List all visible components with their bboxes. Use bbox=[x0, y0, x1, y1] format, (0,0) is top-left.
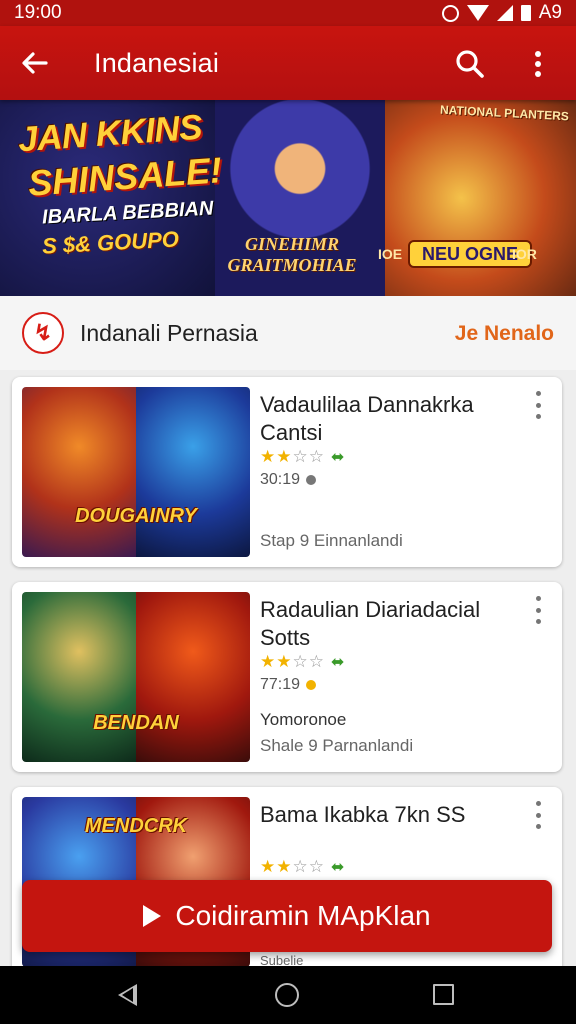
game-card[interactable]: DOUGAINRY Vadaulilaa Dannakrka Cantsi ★★… bbox=[12, 377, 562, 567]
signal-icon bbox=[496, 5, 513, 21]
thumbnail-art-right bbox=[136, 592, 250, 762]
primary-cta-button[interactable]: Coidiramin MApKlan bbox=[22, 880, 552, 952]
cta-label: Coidiramin MApKlan bbox=[175, 900, 431, 931]
info-dot-icon bbox=[306, 474, 317, 485]
alarm-icon bbox=[441, 4, 459, 22]
card-menu-icon[interactable] bbox=[532, 801, 544, 829]
badge-icon: ⬌ bbox=[330, 449, 346, 466]
nav-recents-icon[interactable] bbox=[433, 984, 454, 1005]
badge-icon: ⬌ bbox=[330, 859, 346, 876]
game-meta: Stap 9 Einnanlandi bbox=[260, 531, 403, 550]
rating-stars: ★★☆☆ ⬌ bbox=[260, 652, 345, 672]
thumbnail-art-left bbox=[22, 387, 136, 557]
nav-back-icon[interactable] bbox=[118, 984, 137, 1006]
play-icon bbox=[143, 905, 162, 927]
nav-home-icon[interactable] bbox=[275, 983, 299, 1007]
game-meta: Shale 9 Parnanlandi bbox=[260, 736, 414, 755]
search-icon[interactable] bbox=[452, 46, 488, 82]
section-header: ↯ Indanali Pernasia Je Nenalo bbox=[0, 296, 576, 370]
game-price: 30:19 bbox=[260, 471, 317, 489]
game-title: Radaulian Diariadacial Sotts bbox=[260, 597, 481, 650]
system-nav-bar bbox=[0, 966, 576, 1024]
thumbnail-logo: MENDCRK bbox=[84, 815, 188, 837]
game-price: 77:19 bbox=[260, 676, 317, 694]
rating-stars-off: ☆☆ bbox=[292, 447, 325, 466]
section-more-link[interactable]: Je Nenalo bbox=[455, 322, 554, 346]
rating-stars-on: ★★ bbox=[260, 857, 293, 876]
rating-stars-on: ★★ bbox=[260, 447, 293, 466]
rating-stars: ★★☆☆ ⬌ bbox=[260, 857, 345, 877]
app-bar: Indanesiai bbox=[0, 26, 576, 100]
back-arrow-icon[interactable] bbox=[20, 48, 50, 78]
banner-center-logo: GINEHIMR GRAITMOHIAE bbox=[227, 234, 357, 275]
game-card[interactable]: BENDAN Radaulian Diariadacial Sotts ★★☆☆… bbox=[12, 582, 562, 772]
status-right-text: A9 bbox=[538, 2, 562, 23]
rating-stars-off: ☆☆ bbox=[292, 857, 325, 876]
info-dot-icon bbox=[306, 679, 317, 690]
rating-stars-off: ☆☆ bbox=[292, 652, 325, 671]
thumbnail-art-right bbox=[136, 387, 250, 557]
thumbnail-logo: BENDAN bbox=[93, 712, 179, 734]
price-value: 30:19 bbox=[260, 471, 301, 488]
rating-stars-on: ★★ bbox=[260, 652, 293, 671]
rating-stars: ★★☆☆ ⬌ bbox=[260, 447, 345, 467]
section-title: Indanali Pernasia bbox=[80, 320, 258, 346]
price-value: 77:19 bbox=[260, 676, 301, 693]
game-title: Bama Ikabka 7kn SS bbox=[260, 802, 466, 827]
section-logo-icon: ↯ bbox=[22, 312, 64, 354]
banner-badge-prefix: IOE bbox=[378, 246, 403, 262]
status-icons: A9 bbox=[441, 2, 562, 24]
page-title: Indanesiai bbox=[94, 48, 220, 78]
game-thumbnail: BENDAN bbox=[22, 592, 250, 762]
card-menu-icon[interactable] bbox=[532, 391, 544, 419]
badge-icon: ⬌ bbox=[330, 654, 346, 671]
game-subtitle: Yomoronoe bbox=[260, 710, 347, 729]
game-title: Vadaulilaa Dannakrka Cantsi bbox=[260, 392, 474, 445]
banner-badge-suffix: IOR bbox=[512, 246, 537, 262]
thumbnail-art-left bbox=[22, 592, 136, 762]
promo-banner[interactable]: JAN KKINS SHINSALE! IBARLA BEBBIAN S $& … bbox=[0, 100, 576, 296]
wifi-icon bbox=[466, 5, 489, 21]
overflow-menu-icon[interactable] bbox=[526, 48, 550, 80]
thumbnail-logo: DOUGAINRY bbox=[75, 505, 197, 527]
battery-icon bbox=[520, 5, 531, 21]
game-thumbnail: DOUGAINRY bbox=[22, 387, 250, 557]
card-menu-icon[interactable] bbox=[532, 596, 544, 624]
status-bar: 19:00 A9 bbox=[0, 0, 576, 26]
status-time: 19:00 bbox=[14, 2, 62, 23]
